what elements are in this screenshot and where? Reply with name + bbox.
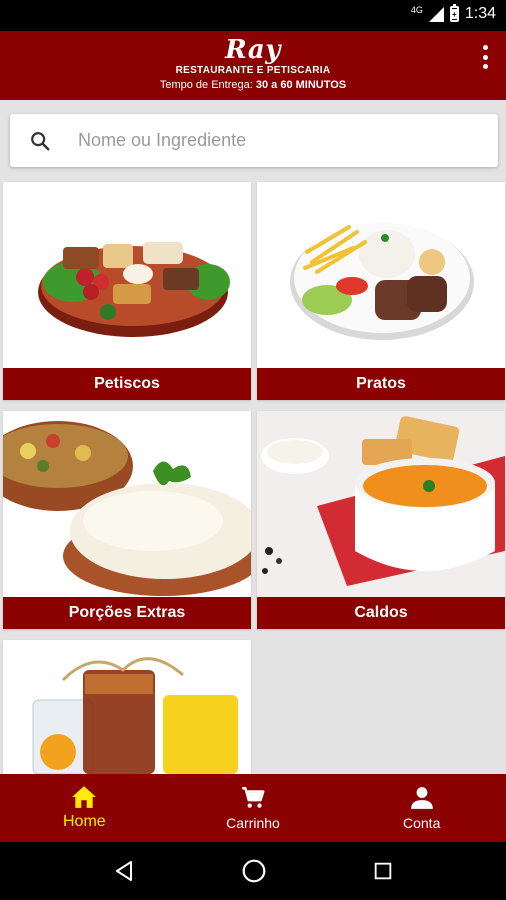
pratos-image <box>290 223 474 340</box>
category-label: Pratos <box>257 368 505 400</box>
bebidas-image <box>3 640 251 774</box>
delivery-label: Tempo de Entrega: <box>159 79 253 91</box>
recents-icon[interactable] <box>372 860 394 882</box>
home-circle-icon[interactable] <box>241 858 267 884</box>
category-label: Caldos <box>257 597 505 629</box>
category-card-porcoes-extras[interactable]: Porções Extras <box>3 411 251 629</box>
search-input[interactable] <box>78 130 478 151</box>
petiscos-image <box>38 242 230 337</box>
category-card-pratos[interactable]: Pratos <box>257 182 505 400</box>
delivery-time-info: Tempo de Entrega: 30 a 60 MINUTOS <box>0 79 506 91</box>
category-label: Petiscos <box>3 368 251 400</box>
nav-label: Conta <box>403 815 441 831</box>
clock: 1:34 <box>464 5 496 22</box>
category-label: Porções Extras <box>3 597 251 629</box>
back-icon[interactable] <box>112 859 136 883</box>
signal-icon <box>428 6 444 22</box>
brand-logo: Ray <box>225 35 281 65</box>
more-vert-icon[interactable] <box>482 45 488 69</box>
cart-icon <box>242 787 265 808</box>
network-type: 4G <box>410 5 423 15</box>
bottom-navigation: Home Carrinho Conta <box>0 774 506 842</box>
nav-label: Home <box>62 813 106 830</box>
category-card-caldos[interactable]: Caldos <box>257 411 505 629</box>
home-icon <box>72 786 97 808</box>
category-card-bebidas[interactable] <box>3 640 251 774</box>
battery-icon: + <box>449 4 459 22</box>
nav-home[interactable]: Home <box>0 774 169 842</box>
category-card-petiscos[interactable]: Petiscos <box>3 182 251 400</box>
nav-label: Carrinho <box>226 815 280 831</box>
search-bar[interactable] <box>10 114 498 167</box>
delivery-time: 30 a 60 MINUTOS <box>255 79 347 91</box>
status-bar: 4G + 1:34 <box>0 0 506 31</box>
search-icon[interactable] <box>10 130 70 152</box>
brand-subtitle: RESTAURANTE E PETISCARIA <box>175 65 331 76</box>
porcoes-extras-image <box>3 411 251 597</box>
app-bar: Ray RESTAURANTE E PETISCARIA Tempo de En… <box>0 31 506 100</box>
caldos-image <box>257 411 505 597</box>
nav-cart[interactable]: Carrinho <box>169 774 338 842</box>
person-icon <box>410 787 433 809</box>
nav-account[interactable]: Conta <box>337 774 506 842</box>
battery-charging-glyph: + <box>451 9 457 19</box>
system-navigation-bar <box>0 842 506 900</box>
